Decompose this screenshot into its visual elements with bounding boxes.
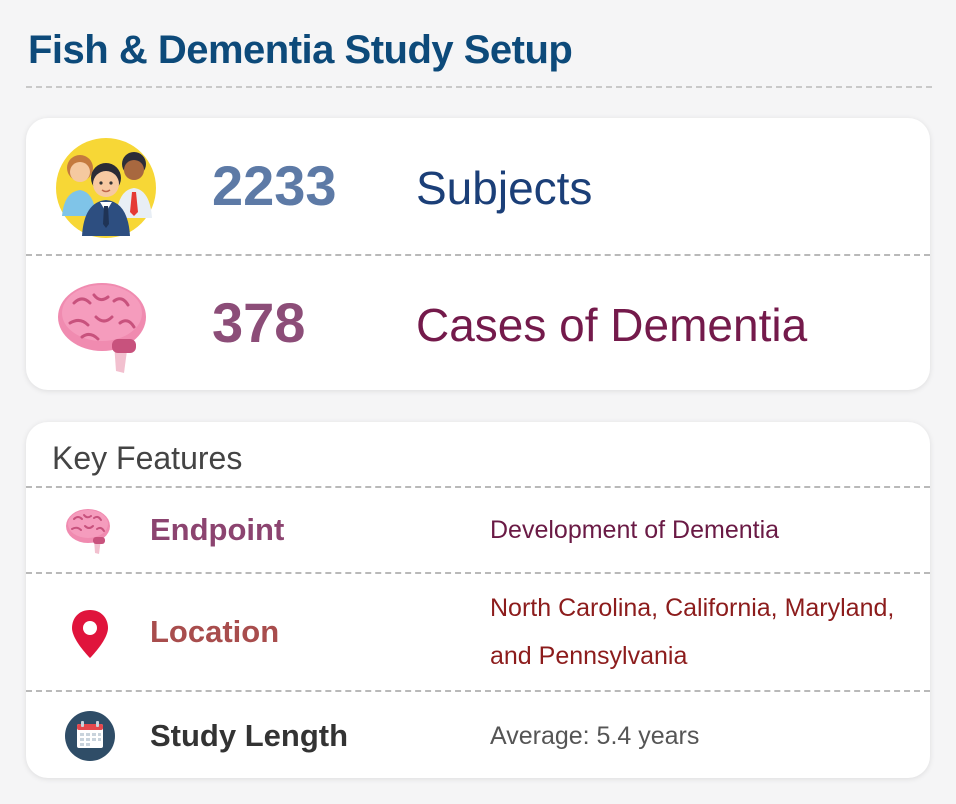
stat-row-subjects: 2233 Subjects [26,118,930,254]
calendar-icon [65,711,115,761]
stats-card: 2233 Subjects 378 Cases of Dementia [26,118,930,390]
dementia-label: Cases of Dementia [416,299,808,351]
key-features-heading: Key Features [52,440,243,476]
page-title: Fish & Dementia Study Setup [28,28,573,72]
location-value: North Carolina, California, Maryland, an… [490,594,895,670]
endpoint-value: Development of Dementia [490,516,780,544]
key-features-card: Key Features Endpoint Development of Dem… [26,422,930,778]
subjects-label: Subjects [416,162,593,214]
feature-row-location: Location North Carolina, California, Mar… [26,574,930,690]
endpoint-label: Endpoint [150,512,285,547]
stat-row-dementia: 378 Cases of Dementia [26,255,930,391]
location-label: Location [150,614,280,649]
title-divider [26,86,932,88]
feature-row-endpoint: Endpoint Development of Dementia [26,488,930,572]
study-length-value: Average: 5.4 years [490,722,700,750]
brain-icon [66,509,110,554]
people-group-icon [56,138,156,238]
location-pin-icon [72,610,108,658]
dementia-count: 378 [212,291,306,354]
feature-row-study-length: Study Length Average: 5.4 years [26,692,930,778]
brain-icon [58,283,146,373]
subjects-count: 2233 [212,154,337,217]
study-length-label: Study Length [150,718,349,753]
